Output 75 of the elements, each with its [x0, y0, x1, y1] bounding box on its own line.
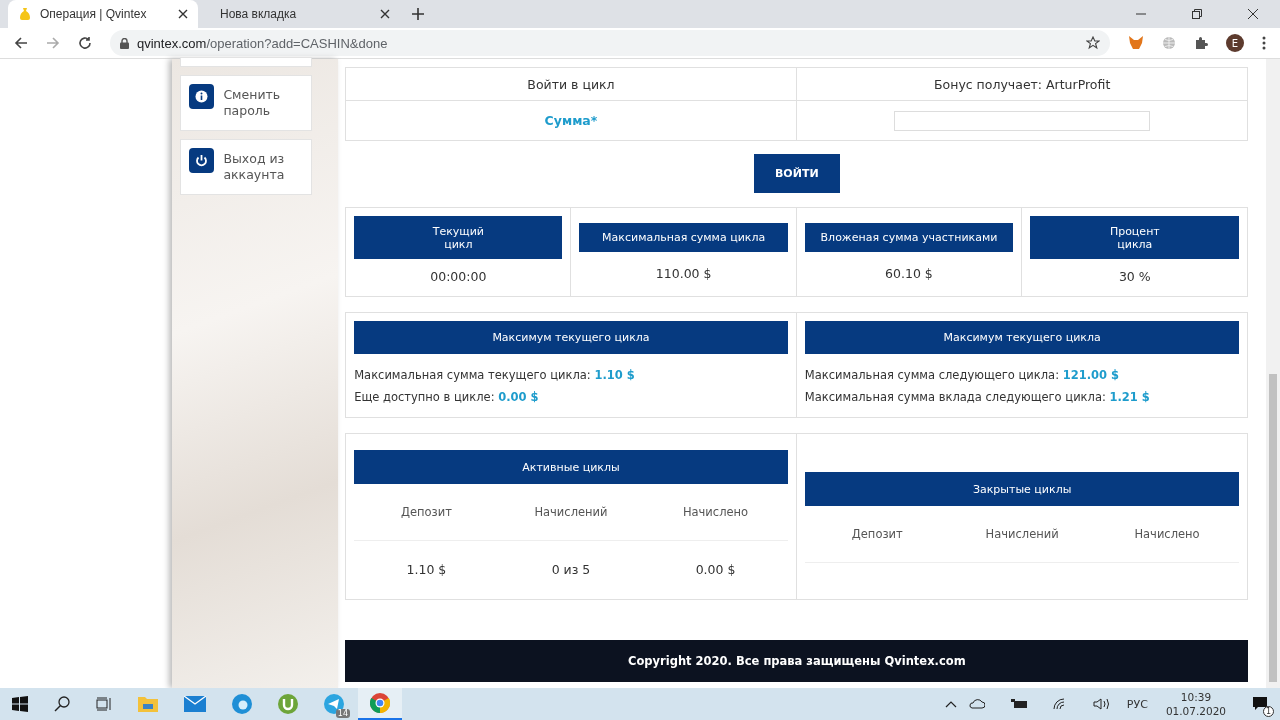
wifi-icon[interactable]	[1052, 698, 1067, 710]
menu-item[interactable]: Выход из аккаунта	[180, 139, 313, 195]
folder-icon[interactable]	[138, 695, 158, 713]
cloud-icon[interactable]	[968, 699, 985, 709]
scrollbar[interactable]	[1266, 59, 1280, 688]
back-icon[interactable]	[14, 36, 28, 50]
browser-tab[interactable]: Операция | Qvintex	[8, 0, 198, 28]
mail-icon[interactable]	[184, 696, 206, 712]
tab-title: Операция | Qvintex	[40, 7, 148, 21]
restore-icon[interactable]	[1192, 9, 1202, 19]
panel-header: Максимум текущего цикла	[354, 321, 788, 354]
tab-title: Нова вкладка	[220, 7, 298, 21]
stat-header: Максимальная сумма цикла	[579, 223, 788, 252]
more-icon[interactable]	[1262, 36, 1266, 50]
chevron-up-icon[interactable]	[944, 700, 957, 708]
url-path: /operation?add=CASHIN&done	[206, 35, 388, 51]
speaker-icon[interactable]	[1092, 698, 1111, 710]
chrome-icon[interactable]	[370, 693, 390, 713]
panel-header: Закрытые циклы	[804, 472, 1240, 506]
close-icon[interactable]	[380, 9, 390, 19]
browser-tab[interactable]: Нова вкладка	[210, 0, 400, 28]
column-header: Депозит	[850, 527, 904, 541]
limit-line: Максимальная сумма вклада следующего цикла: 1.21 $	[804, 389, 1151, 406]
table-cell: Бонус получает: ArturProfit	[796, 68, 1248, 101]
browser-icon[interactable]	[232, 694, 252, 714]
copyright-text: Copyright 2020. Все права защищены Qvintex.com	[628, 654, 966, 668]
limit-line: Максимальная сумма текущего цикла: 1.10 $	[354, 367, 636, 384]
column-header: Депозит	[399, 505, 453, 519]
battery-icon[interactable]	[1010, 699, 1027, 709]
notification-count: 1	[1263, 706, 1274, 717]
language-indicator[interactable]: РУС	[1126, 697, 1148, 711]
search-icon[interactable]	[54, 696, 70, 712]
new-tab-icon[interactable]	[412, 8, 424, 20]
clock[interactable]: 10:39 01.07.2020	[1165, 690, 1226, 718]
address-bar[interactable]: qvintex.com/operation?add=CASHIN&done	[110, 30, 1110, 56]
profile-avatar[interactable]: E	[1226, 34, 1244, 52]
limit-line: Максимальная сумма следующего цикла: 121.00 $	[804, 367, 1121, 384]
close-icon[interactable]	[1248, 9, 1258, 19]
menu-item[interactable]: Сменить пароль	[180, 75, 313, 131]
bag-icon	[18, 7, 32, 21]
column-header: Начислено	[681, 505, 750, 519]
panel-header: Активные циклы	[354, 450, 788, 484]
fox-icon[interactable]	[1128, 36, 1144, 50]
torrent-icon[interactable]	[278, 694, 298, 714]
power-icon	[189, 148, 215, 173]
info-icon	[189, 84, 215, 109]
limit-line: Еще доступно в цикле: 0.00 $	[354, 389, 540, 406]
close-icon[interactable]	[178, 9, 188, 19]
windows-icon[interactable]	[12, 696, 28, 712]
stat-value: 110.00 $	[654, 266, 713, 281]
lock-icon	[120, 37, 129, 49]
unread-badge: 14	[335, 709, 350, 718]
stat-value: 60.10 $	[884, 266, 934, 281]
stat-header: Текущий цикл	[354, 216, 563, 259]
reload-icon[interactable]	[78, 36, 92, 50]
task-view-icon[interactable]	[96, 696, 112, 712]
table-cell-text: 0.00 $	[694, 561, 737, 577]
amount-label: Сумма*	[544, 113, 598, 128]
stat-value: 30 %	[1117, 269, 1152, 284]
column-header: Начислений	[984, 527, 1060, 541]
stat-header: Вложеная сумма участниками	[804, 223, 1014, 252]
star-icon[interactable]	[1086, 36, 1100, 50]
column-header: Начислено	[1133, 527, 1201, 541]
url-host: qvintex.com	[137, 35, 207, 51]
notification-icon[interactable]	[1252, 696, 1268, 712]
stat-value: 00:00:00	[429, 269, 488, 284]
column-header: Начислений	[533, 505, 609, 519]
puzzle-icon[interactable]	[1194, 36, 1208, 50]
panel-header: Максимум текущего цикла	[804, 321, 1240, 354]
stat-header: Процент цикла	[1030, 216, 1240, 259]
enter-button[interactable]: ВОЙТИ	[753, 154, 840, 193]
table-cell-text: 1.10 $	[405, 561, 448, 577]
table-cell: Войти в цикл	[346, 68, 797, 101]
table-cell-text: 0 из 5	[550, 561, 592, 577]
amount-field[interactable]	[894, 110, 1151, 131]
